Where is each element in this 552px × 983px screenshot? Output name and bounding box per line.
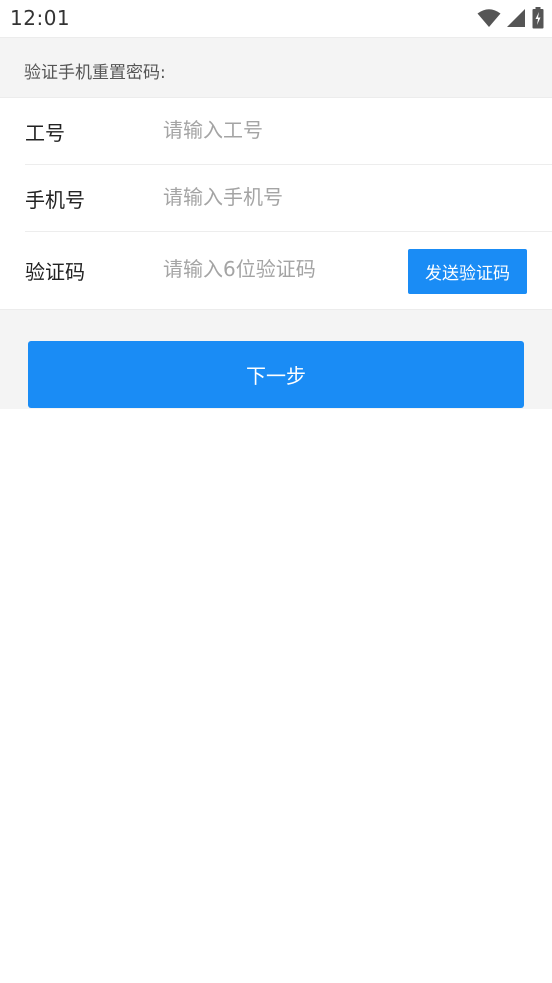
status-time: 12:01 bbox=[10, 6, 71, 30]
employee-id-row: 工号 bbox=[0, 98, 552, 164]
phone-row: 手机号 bbox=[0, 165, 552, 231]
employee-id-label: 工号 bbox=[25, 121, 65, 145]
phone-label: 手机号 bbox=[25, 188, 85, 212]
next-step-button[interactable]: 下一步 bbox=[28, 341, 524, 408]
wifi-icon bbox=[477, 8, 501, 32]
section-header: 验证手机重置密码: bbox=[0, 37, 552, 98]
battery-charging-icon bbox=[532, 7, 544, 33]
section-title: 验证手机重置密码: bbox=[24, 63, 166, 83]
verification-code-label: 验证码 bbox=[25, 260, 85, 284]
status-icons bbox=[477, 7, 544, 33]
employee-id-input[interactable] bbox=[163, 116, 523, 144]
send-code-button[interactable]: 发送验证码 bbox=[408, 249, 527, 294]
cellular-signal-icon bbox=[507, 8, 526, 32]
verification-code-input[interactable] bbox=[163, 255, 393, 283]
phone-input[interactable] bbox=[163, 183, 523, 211]
status-bar: 12:01 bbox=[0, 0, 552, 37]
reset-password-form: 工号 手机号 验证码 发送验证码 bbox=[0, 98, 552, 309]
